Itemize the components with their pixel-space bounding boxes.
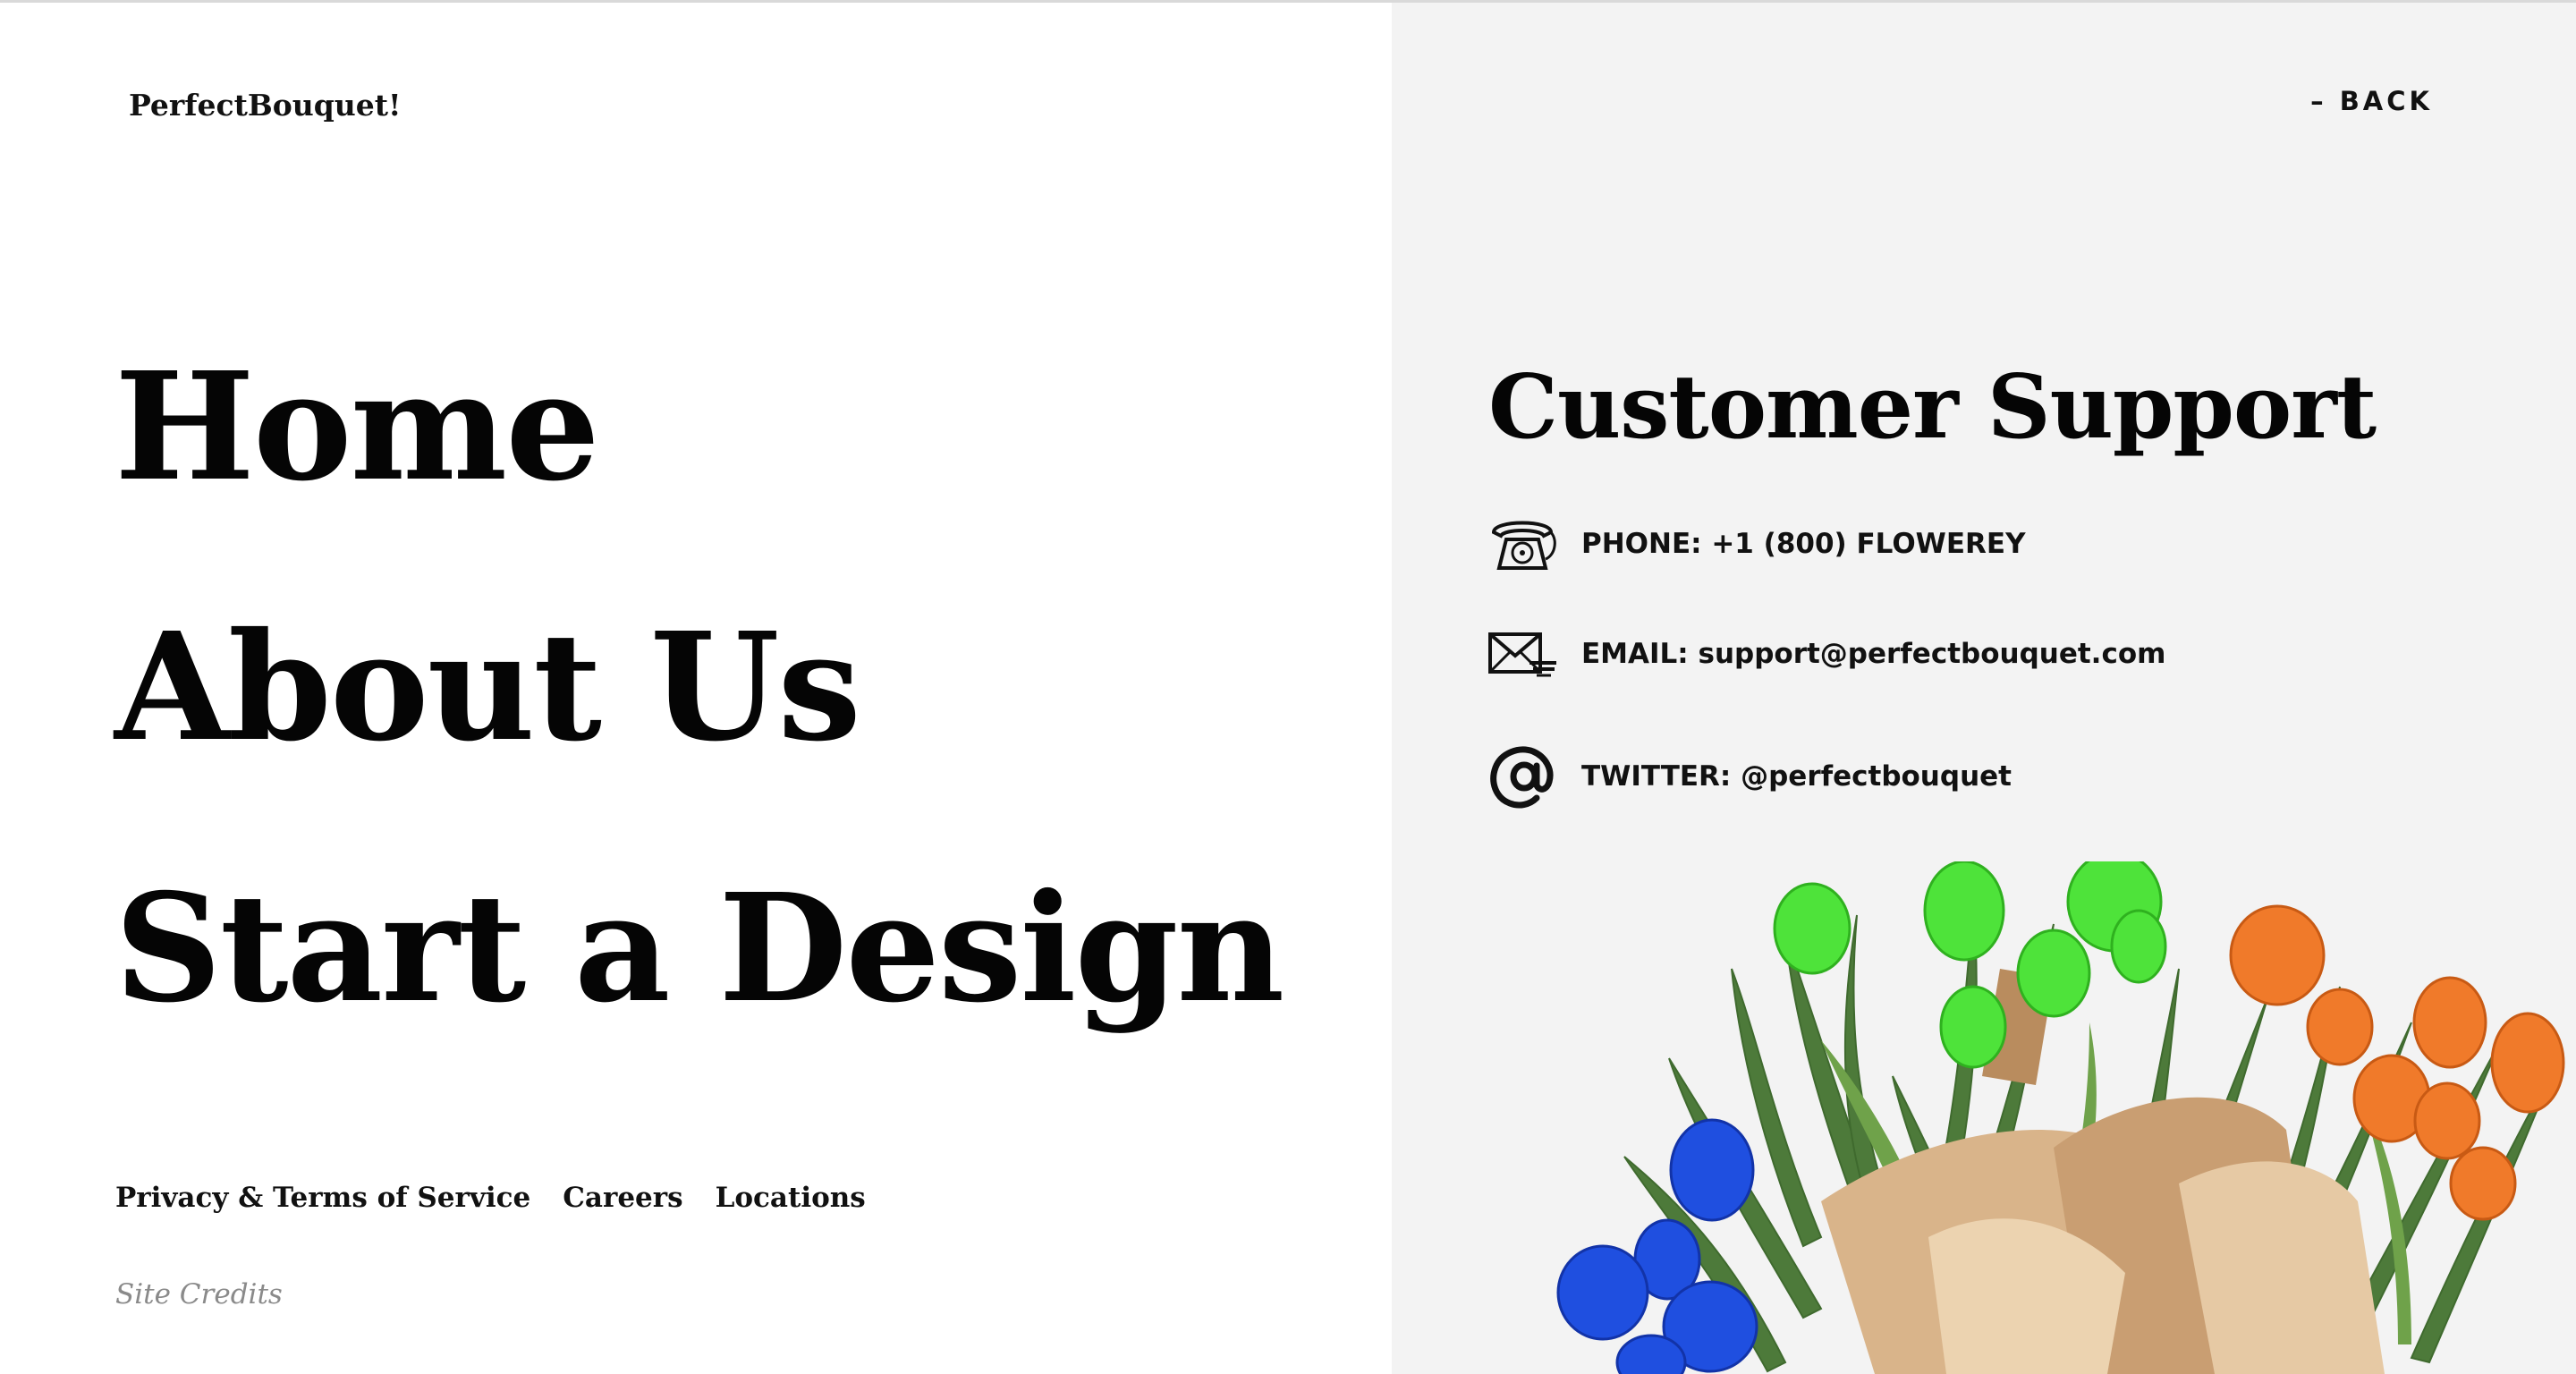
footer-link-careers[interactable]: Careers <box>563 1182 682 1214</box>
nav-link-about-us[interactable]: About Us <box>114 614 861 762</box>
twitter-text: TWITTER: @perfectbouquet <box>1581 760 2012 793</box>
tulip-bouquet-image <box>1553 851 2576 1374</box>
phone-text: PHONE: +1 (800) FLOWEREY <box>1581 528 2026 560</box>
back-button[interactable]: – BACK <box>2310 86 2433 116</box>
at-sign-icon <box>1487 741 1558 812</box>
contact-email[interactable]: EMAIL: support@perfectbouquet.com <box>1487 618 2165 690</box>
envelope-icon <box>1487 618 1558 690</box>
contact-twitter[interactable]: TWITTER: @perfectbouquet <box>1487 741 2012 812</box>
footer-link-locations[interactable]: Locations <box>716 1182 866 1214</box>
telephone-icon <box>1487 508 1558 580</box>
contact-phone[interactable]: PHONE: +1 (800) FLOWEREY <box>1487 508 2026 580</box>
nav-link-home[interactable]: Home <box>114 353 600 502</box>
footer-link-privacy-terms[interactable]: Privacy & Terms of Service <box>115 1182 530 1214</box>
site-credits-link[interactable]: Site Credits <box>115 1278 283 1310</box>
brand-logo[interactable]: PerfectBouquet! <box>129 88 402 123</box>
menu-panel: PerfectBouquet! Home About Us Start a De… <box>0 3 1392 1374</box>
footer-links: Privacy & Terms of Service Careers Locat… <box>115 1182 866 1214</box>
nav-link-start-a-design[interactable]: Start a Design <box>114 875 1284 1023</box>
email-text: EMAIL: support@perfectbouquet.com <box>1581 638 2166 670</box>
customer-support-panel: – BACK Customer Support PHONE: +1 (800) … <box>1392 3 2576 1374</box>
support-title: Customer Support <box>1488 356 2377 459</box>
